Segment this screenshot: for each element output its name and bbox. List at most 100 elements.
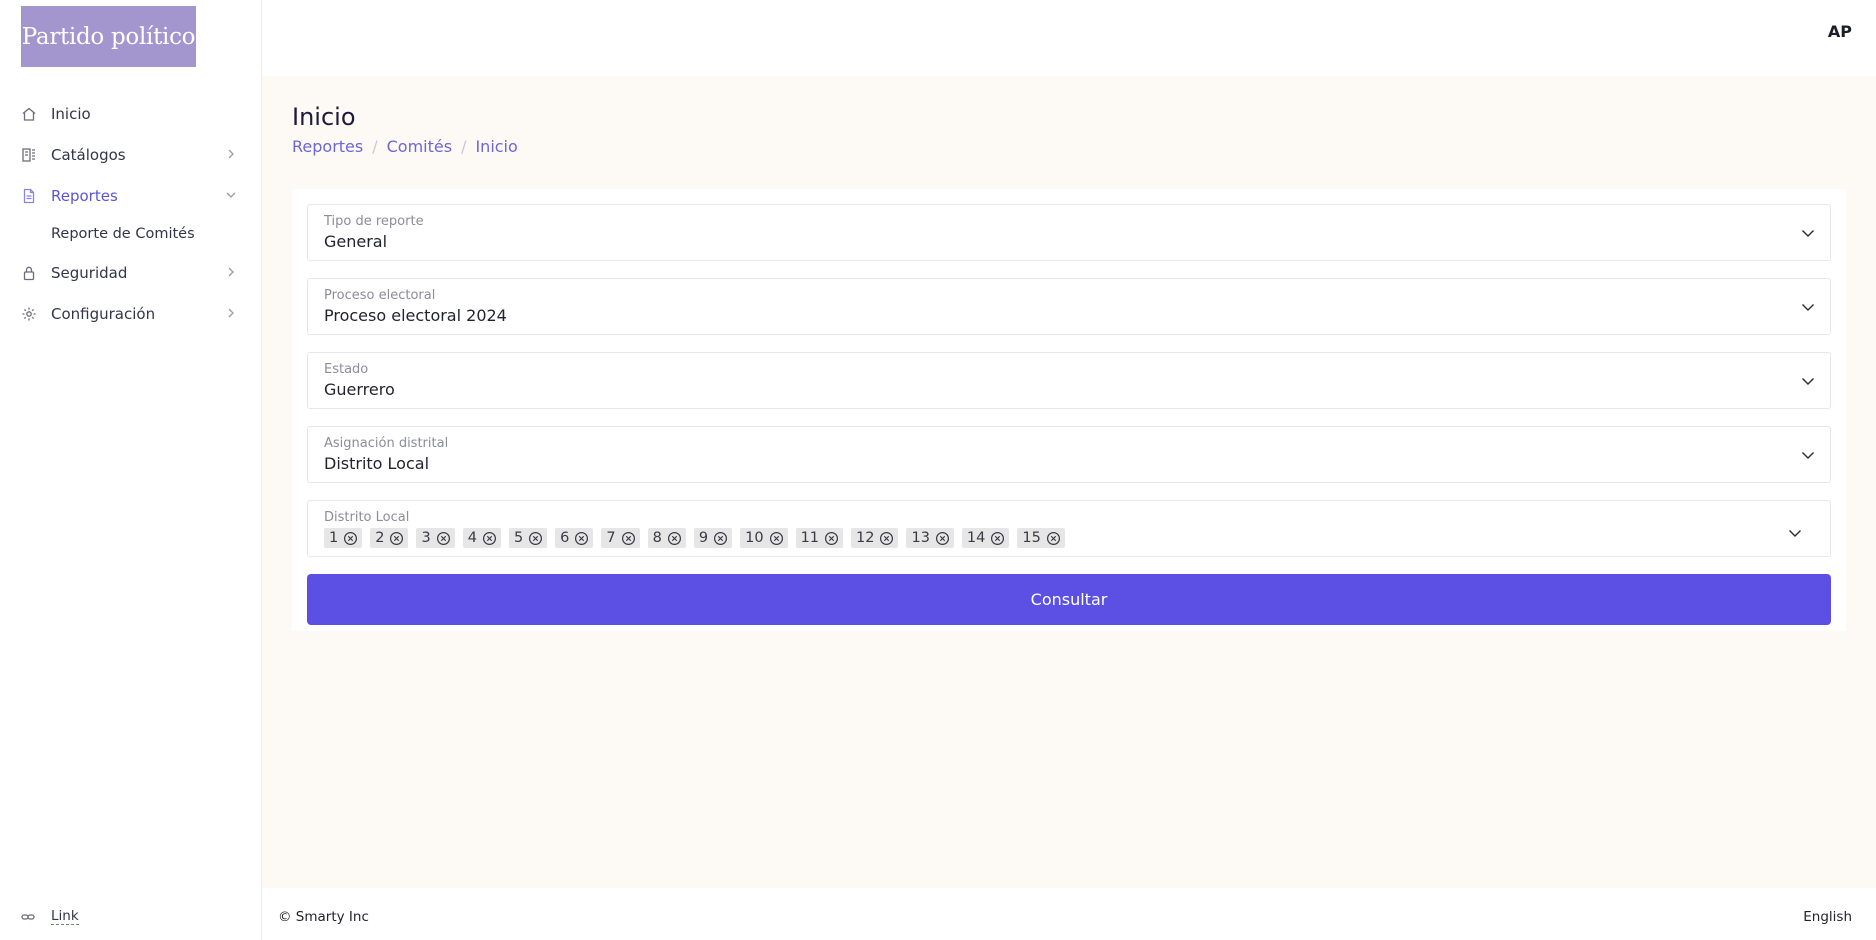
tag-label: 1 [329, 530, 339, 546]
page-title: Inicio [292, 103, 356, 131]
field-value: Distrito Local [324, 454, 430, 473]
link-icon [21, 910, 35, 924]
distrito-local-multiselect[interactable]: Distrito Local 1 2 3 4 5 6 7 8 9 10 11 12 13 14 15 [307, 500, 1831, 557]
sidebar-item-label: Configuración [51, 304, 156, 323]
sidebar-item-label: Reportes [51, 186, 118, 205]
tag-chip: 2 [370, 528, 409, 548]
main-content: Inicio Reportes / Comités / Inicio Tipo … [262, 76, 1876, 888]
chevron-down-icon [1800, 299, 1816, 315]
breadcrumb-item-inicio[interactable]: Inicio [475, 137, 517, 156]
sidebar-item-label: Inicio [51, 104, 91, 123]
tag-label: 2 [375, 530, 385, 546]
home-icon [21, 106, 37, 122]
sidebar-item-label: Catálogos [51, 145, 126, 164]
remove-circle-icon[interactable] [574, 531, 589, 546]
chevron-down-icon [224, 188, 238, 202]
remove-circle-icon[interactable] [528, 531, 543, 546]
gear-icon [21, 306, 37, 322]
tag-label: 10 [745, 530, 764, 546]
tag-chip: 14 [961, 528, 1010, 548]
remove-circle-icon[interactable] [389, 531, 404, 546]
sidebar-item-configuracion[interactable]: Configuración [0, 293, 262, 334]
chevron-right-icon [224, 147, 238, 161]
field-label: Estado [324, 362, 369, 377]
field-label: Distrito Local [324, 510, 410, 525]
asignacion-distrital-select[interactable]: Asignación distrital Distrito Local [307, 426, 1831, 483]
tag-chip: 1 [324, 528, 363, 548]
tag-label: 15 [1022, 530, 1041, 546]
tag-label: 8 [652, 530, 662, 546]
tag-chip: 10 [740, 528, 788, 548]
consultar-button[interactable]: Consultar [307, 574, 1831, 625]
breadcrumb-separator: / [372, 137, 378, 156]
sidebar-item-inicio[interactable]: Inicio [0, 93, 262, 134]
chevron-down-icon [1787, 525, 1803, 541]
sidebar-item-catalogos[interactable]: Catálogos [0, 134, 262, 175]
logo[interactable]: Partido político [21, 6, 196, 67]
remove-circle-icon[interactable] [935, 531, 950, 546]
field-value: Guerrero [324, 380, 395, 399]
tag-chip: 15 [1017, 528, 1065, 548]
remove-circle-icon[interactable] [1046, 531, 1061, 546]
tag-label: 6 [560, 530, 570, 546]
remove-circle-icon[interactable] [343, 531, 358, 546]
tag-label: 3 [421, 530, 431, 546]
estado-select[interactable]: Estado Guerrero [307, 352, 1831, 409]
sidebar-footer: Link [21, 908, 79, 925]
tag-label: 7 [606, 530, 616, 546]
catalog-icon [21, 147, 37, 163]
document-icon [21, 188, 37, 204]
selected-tags: 1 2 3 4 5 6 7 8 9 10 11 12 13 14 15 [324, 528, 1065, 548]
breadcrumb-item-reportes[interactable]: Reportes [292, 137, 363, 156]
tag-label: 12 [856, 530, 875, 546]
breadcrumb-separator: / [461, 137, 467, 156]
footer-link[interactable]: Link [51, 908, 79, 925]
field-label: Asignación distrital [324, 436, 449, 451]
sidebar-subitem-reporte-comites[interactable]: Reporte de Comités [0, 216, 262, 252]
tag-chip: 3 [416, 528, 455, 548]
lock-icon [21, 265, 37, 281]
remove-circle-icon[interactable] [713, 531, 728, 546]
remove-circle-icon[interactable] [482, 531, 497, 546]
sidebar-item-label: Seguridad [51, 263, 128, 282]
footer: © Smarty Inc English [262, 888, 1876, 940]
tipo-reporte-select[interactable]: Tipo de reporte General [307, 204, 1831, 261]
remove-circle-icon[interactable] [879, 531, 894, 546]
remove-circle-icon[interactable] [769, 531, 784, 546]
language-selector[interactable]: English [1803, 909, 1852, 925]
sidebar-nav: Inicio Catálogos Reportes Reporte de Com… [0, 93, 262, 334]
remove-circle-icon[interactable] [990, 531, 1005, 546]
tag-label: 11 [800, 530, 820, 546]
avatar[interactable]: AP [1828, 22, 1852, 41]
chevron-down-icon [1800, 373, 1816, 389]
sidebar: Partido político Inicio Catálogos Report… [0, 0, 262, 940]
chevron-down-icon [1800, 447, 1816, 463]
sidebar-item-seguridad[interactable]: Seguridad [0, 252, 262, 293]
field-label: Proceso electoral [324, 288, 436, 303]
remove-circle-icon[interactable] [621, 531, 636, 546]
chevron-right-icon [224, 265, 238, 279]
tag-label: 13 [911, 530, 930, 546]
tag-chip: 11 [795, 528, 844, 548]
field-value: General [324, 232, 388, 251]
tag-label: 9 [698, 530, 709, 546]
report-form: Tipo de reporte General Proceso electora… [292, 189, 1846, 631]
field-label: Tipo de reporte [324, 214, 424, 229]
tag-chip: 5 [508, 528, 548, 548]
remove-circle-icon[interactable] [667, 531, 682, 546]
breadcrumb-item-comites[interactable]: Comités [387, 137, 452, 156]
tag-label: 14 [966, 530, 986, 546]
proceso-electoral-select[interactable]: Proceso electoral Proceso electoral 2024 [307, 278, 1831, 335]
tag-label: 5 [513, 530, 524, 546]
topbar: AP [262, 0, 1876, 76]
remove-circle-icon[interactable] [436, 531, 451, 546]
remove-circle-icon[interactable] [824, 531, 839, 546]
chevron-right-icon [224, 306, 238, 320]
tag-chip: 7 [601, 528, 640, 548]
sidebar-item-reportes[interactable]: Reportes [0, 175, 262, 216]
tag-chip: 13 [906, 528, 954, 548]
chevron-down-icon [1800, 225, 1816, 241]
breadcrumb: Reportes / Comités / Inicio [292, 137, 518, 156]
tag-chip: 6 [555, 528, 594, 548]
tag-chip: 8 [647, 528, 686, 548]
